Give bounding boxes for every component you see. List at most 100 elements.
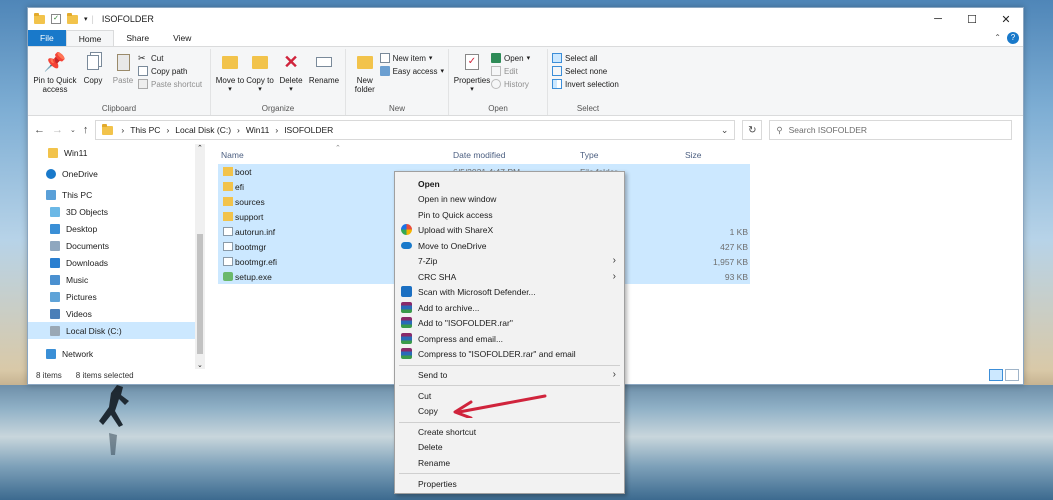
- nav-scrollbar[interactable]: ⌃ ⌄: [195, 144, 205, 369]
- tab-share[interactable]: Share: [114, 30, 161, 46]
- back-arrow-icon[interactable]: ←: [34, 124, 45, 136]
- large-icons-view-icon[interactable]: [1005, 369, 1019, 381]
- nav-item-videos[interactable]: Videos: [28, 305, 205, 322]
- column-type[interactable]: Type: [580, 150, 598, 160]
- tab-home[interactable]: Home: [65, 30, 115, 46]
- nav-item-onedrive[interactable]: OneDrive: [28, 165, 205, 182]
- minimize-button[interactable]: ─: [921, 8, 955, 30]
- menu-item-open-new-window[interactable]: Open in new window: [395, 191, 624, 206]
- breadcrumb-local-disk[interactable]: Local Disk (C:): [175, 125, 231, 135]
- select-all-button[interactable]: Select all: [552, 53, 619, 63]
- menu-label: Pin to Quick access: [418, 209, 493, 220]
- breadcrumb-isofolder[interactable]: ISOFOLDER: [284, 125, 333, 135]
- menu-item-send-to[interactable]: Send to ›: [395, 367, 624, 382]
- menu-item-open[interactable]: Open: [395, 176, 624, 191]
- menu-item-crc-sha[interactable]: CRC SHA ›: [395, 269, 624, 284]
- menu-item-add-to-rar[interactable]: Add to "ISOFOLDER.rar": [395, 315, 624, 330]
- nav-item-documents[interactable]: Documents: [28, 237, 205, 254]
- menu-item-scan-defender[interactable]: Scan with Microsoft Defender...: [395, 284, 624, 299]
- history-button[interactable]: History: [491, 79, 530, 89]
- menu-label: Copy: [418, 405, 438, 416]
- address-dropdown-icon[interactable]: ⌄: [721, 125, 729, 136]
- close-button[interactable]: ✕: [989, 8, 1023, 30]
- properties-qa-icon[interactable]: ✓: [51, 14, 61, 24]
- context-menu: Open Open in new window Pin to Quick acc…: [394, 171, 625, 494]
- breadcrumb-this-pc[interactable]: This PC: [130, 125, 160, 135]
- tab-view[interactable]: View: [161, 30, 203, 46]
- address-bar[interactable]: › This PC › Local Disk (C:) › Win11 › IS…: [95, 120, 736, 140]
- invert-selection-label: Invert selection: [565, 79, 619, 89]
- invert-selection-button[interactable]: Invert selection: [552, 79, 619, 89]
- file-name: setup.exe: [235, 271, 272, 282]
- menu-item-delete[interactable]: Delete: [395, 439, 624, 454]
- file-icon: [223, 242, 233, 251]
- edit-button[interactable]: Edit: [491, 66, 530, 76]
- title-divider: |: [91, 14, 94, 24]
- menu-item-upload-sharex[interactable]: Upload with ShareX: [395, 222, 624, 237]
- menu-item-properties[interactable]: Properties: [395, 476, 624, 491]
- menu-separator: [399, 385, 620, 386]
- cut-button[interactable]: ✂ Cut: [138, 53, 202, 63]
- forward-arrow-icon[interactable]: →: [52, 124, 63, 136]
- nav-item-downloads[interactable]: Downloads: [28, 254, 205, 271]
- nav-item-win11[interactable]: Win11: [28, 144, 205, 161]
- column-name[interactable]: Name: [221, 150, 244, 160]
- ribbon-collapse-icon[interactable]: ⌃: [994, 33, 1001, 42]
- nav-scrollbar-thumb[interactable]: [197, 234, 203, 354]
- paste-shortcut-button[interactable]: Paste shortcut: [138, 79, 202, 89]
- file-size: 1 KB: [729, 226, 748, 237]
- tab-file[interactable]: File: [28, 30, 66, 46]
- menu-item-pin-quick-access[interactable]: Pin to Quick access: [395, 207, 624, 222]
- menu-item-rename[interactable]: Rename: [395, 455, 624, 470]
- column-date-modified[interactable]: Date modified: [453, 150, 505, 160]
- menu-separator: [399, 365, 620, 366]
- menu-item-add-archive[interactable]: Add to archive...: [395, 300, 624, 315]
- refresh-icon[interactable]: ↻: [742, 120, 763, 140]
- menu-item-move-onedrive[interactable]: Move to OneDrive: [395, 238, 624, 253]
- help-icon[interactable]: ?: [1007, 32, 1019, 44]
- select-none-button[interactable]: Select none: [552, 66, 619, 76]
- easy-access-button[interactable]: Easy access ▾: [379, 66, 444, 76]
- menu-label: Cut: [418, 390, 432, 401]
- select-group-label: Select: [576, 104, 600, 113]
- copy-path-button[interactable]: Copy path: [138, 66, 202, 76]
- paste-icon: [113, 51, 133, 73]
- column-size[interactable]: Size: [685, 150, 702, 160]
- breadcrumb-separator-icon: ›: [237, 125, 240, 135]
- defender-shield-icon: [401, 286, 412, 297]
- menu-label: Create shortcut: [418, 426, 477, 437]
- new-group: New folder New item ▾ Easy access ▾ New: [346, 49, 449, 115]
- up-arrow-icon[interactable]: ↑: [83, 124, 89, 136]
- details-view-icon[interactable]: [989, 369, 1003, 381]
- new-folder-qa-icon[interactable]: [67, 12, 78, 24]
- documents-icon: [50, 240, 60, 251]
- nav-item-desktop[interactable]: Desktop: [28, 220, 205, 237]
- customize-qa-dropdown-icon[interactable]: ▾: [84, 15, 88, 23]
- folder-icon: [223, 167, 233, 176]
- open-button[interactable]: Open ▾: [491, 53, 530, 63]
- menu-item-create-shortcut[interactable]: Create shortcut: [395, 424, 624, 439]
- settings-file-icon: [223, 227, 233, 236]
- status-selected-count: 8 items selected: [75, 371, 134, 380]
- menu-item-compress-email[interactable]: Compress and email...: [395, 331, 624, 346]
- nav-item-this-pc[interactable]: This PC: [28, 186, 205, 203]
- scroll-up-icon[interactable]: ⌃: [197, 144, 203, 152]
- menu-label: Move to OneDrive: [418, 240, 487, 251]
- search-box[interactable]: ⚲ Search ISOFOLDER: [769, 120, 1013, 140]
- nav-item-local-disk[interactable]: Local Disk (C:): [28, 322, 205, 339]
- paste-label: Paste: [112, 76, 134, 85]
- menu-item-7zip[interactable]: 7-Zip ›: [395, 253, 624, 268]
- nav-label: 3D Objects: [66, 206, 109, 217]
- file-name: support: [235, 211, 264, 222]
- nav-item-music[interactable]: Music: [28, 271, 205, 288]
- recent-dropdown-icon[interactable]: ⌄: [70, 126, 76, 134]
- nav-item-3d-objects[interactable]: 3D Objects: [28, 203, 205, 220]
- column-headers: Name ⌃ Date modified Type Size: [205, 144, 1023, 166]
- new-item-button[interactable]: New item ▾: [379, 53, 444, 63]
- breadcrumb-win11[interactable]: Win11: [246, 125, 269, 135]
- menu-item-compress-rar-email[interactable]: Compress to "ISOFOLDER.rar" and email: [395, 346, 624, 361]
- nav-item-pictures[interactable]: Pictures: [28, 288, 205, 305]
- maximize-button[interactable]: ☐: [955, 8, 989, 30]
- nav-label: Videos: [66, 308, 92, 319]
- nav-item-network[interactable]: Network: [28, 345, 205, 362]
